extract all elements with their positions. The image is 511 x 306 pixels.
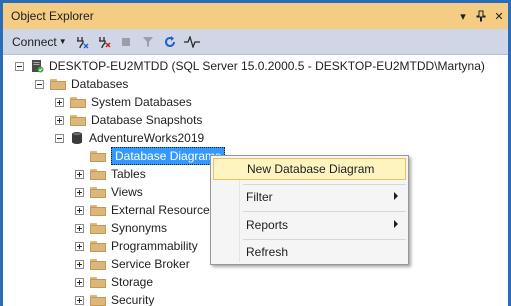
tree-node-database-snapshots[interactable]: Database Snapshots [55, 111, 202, 129]
tree-node-synonyms[interactable]: Synonyms [75, 219, 167, 237]
menu-item-label: Reports [246, 218, 289, 232]
folder-icon [90, 222, 106, 234]
title-bar: Object Explorer ▾ ✕ [3, 3, 508, 29]
folder-icon [70, 96, 86, 108]
tables-label: Tables [111, 167, 146, 181]
menu-separator [243, 184, 406, 185]
filter-icon[interactable] [138, 32, 158, 52]
connect-button[interactable]: Connect ▼ [9, 32, 70, 52]
menu-item-refresh[interactable]: Refresh [213, 241, 406, 263]
expand-icon[interactable] [75, 241, 84, 251]
menu-item-new-database-diagram[interactable]: New Database Diagram [213, 158, 406, 180]
server-icon [32, 60, 44, 73]
menu-item-filter[interactable]: Filter [213, 186, 406, 208]
folder-icon [90, 240, 106, 252]
tree-node-system-databases[interactable]: System Databases [55, 93, 192, 111]
databases-label: Databases [71, 77, 129, 91]
activity-monitor-icon[interactable] [182, 32, 202, 52]
expand-icon[interactable] [75, 223, 84, 233]
external-resources-label: External Resources [111, 203, 216, 217]
window-position-dropdown-icon[interactable]: ▾ [454, 6, 472, 26]
expand-icon[interactable] [75, 277, 84, 287]
menu-separator [243, 211, 406, 212]
folder-icon [90, 186, 106, 198]
menu-item-label: Refresh [246, 245, 289, 259]
folder-icon [70, 114, 86, 126]
stop-icon[interactable] [116, 32, 136, 52]
database-diagrams-label: Database Diagrams [111, 147, 226, 165]
connect-label: Connect [12, 34, 57, 49]
expand-icon[interactable] [75, 187, 84, 197]
folder-icon [90, 258, 106, 270]
menu-item-label: Filter [246, 190, 273, 204]
tree-node-adventureworks2019[interactable]: AdventureWorks2019 [55, 129, 204, 147]
folder-icon [90, 204, 106, 216]
menu-item-label: New Database Diagram [247, 162, 375, 176]
expand-icon[interactable] [55, 97, 64, 107]
toolbar: Connect ▼ [3, 29, 508, 55]
context-menu: New Database Diagram Filter Reports Refr… [210, 155, 409, 265]
tree-node-security[interactable]: Security [75, 291, 154, 306]
menu-item-reports[interactable]: Reports [213, 214, 406, 236]
connect-icon[interactable] [72, 32, 92, 52]
submenu-arrow-icon [394, 192, 398, 200]
tree-node-programmability[interactable]: Programmability [75, 237, 198, 255]
menu-separator [243, 239, 406, 240]
collapse-icon[interactable] [55, 133, 64, 143]
tree-node-storage[interactable]: Storage [75, 273, 153, 291]
folder-icon [90, 294, 106, 306]
tree-node-server[interactable]: DESKTOP-EU2MTDD (SQL Server 15.0.2000.5 … [15, 57, 485, 75]
tree-node-views[interactable]: Views [75, 183, 143, 201]
security-label: Security [111, 293, 155, 306]
database-icon [72, 132, 82, 144]
window-title: Object Explorer [11, 9, 94, 23]
tree-node-service-broker[interactable]: Service Broker [75, 255, 190, 273]
collapse-icon[interactable] [35, 79, 44, 89]
tree-node-databases[interactable]: Databases [35, 75, 128, 93]
pin-icon[interactable] [472, 6, 490, 26]
refresh-icon[interactable] [160, 32, 180, 52]
synonyms-label: Synonyms [111, 221, 168, 235]
collapse-icon[interactable] [15, 61, 24, 71]
folder-icon [90, 276, 106, 288]
programmability-label: Programmability [111, 239, 198, 253]
expand-icon[interactable] [75, 205, 84, 215]
service-broker-label: Service Broker [111, 257, 190, 271]
storage-label: Storage [111, 275, 154, 289]
database-snapshots-label: Database Snapshots [91, 113, 203, 127]
expand-icon[interactable] [75, 295, 84, 305]
tree-node-tables[interactable]: Tables [75, 165, 146, 183]
disconnect-icon[interactable] [94, 32, 114, 52]
expand-icon[interactable] [75, 259, 84, 269]
tree-node-database-diagrams[interactable]: Database Diagrams [90, 147, 226, 165]
views-label: Views [111, 185, 143, 199]
tree-node-external-resources[interactable]: External Resources [75, 201, 216, 219]
adventureworks2019-label: AdventureWorks2019 [89, 131, 205, 145]
submenu-arrow-icon [394, 220, 398, 228]
folder-icon [90, 150, 106, 162]
expand-icon[interactable] [75, 169, 84, 179]
system-databases-label: System Databases [91, 95, 192, 109]
folder-icon [50, 78, 66, 90]
server-label: DESKTOP-EU2MTDD (SQL Server 15.0.2000.5 … [49, 59, 485, 73]
connect-dropdown-icon[interactable]: ▼ [59, 37, 67, 46]
close-icon[interactable]: ✕ [490, 6, 508, 26]
folder-icon [90, 168, 106, 180]
expand-icon[interactable] [55, 115, 64, 125]
